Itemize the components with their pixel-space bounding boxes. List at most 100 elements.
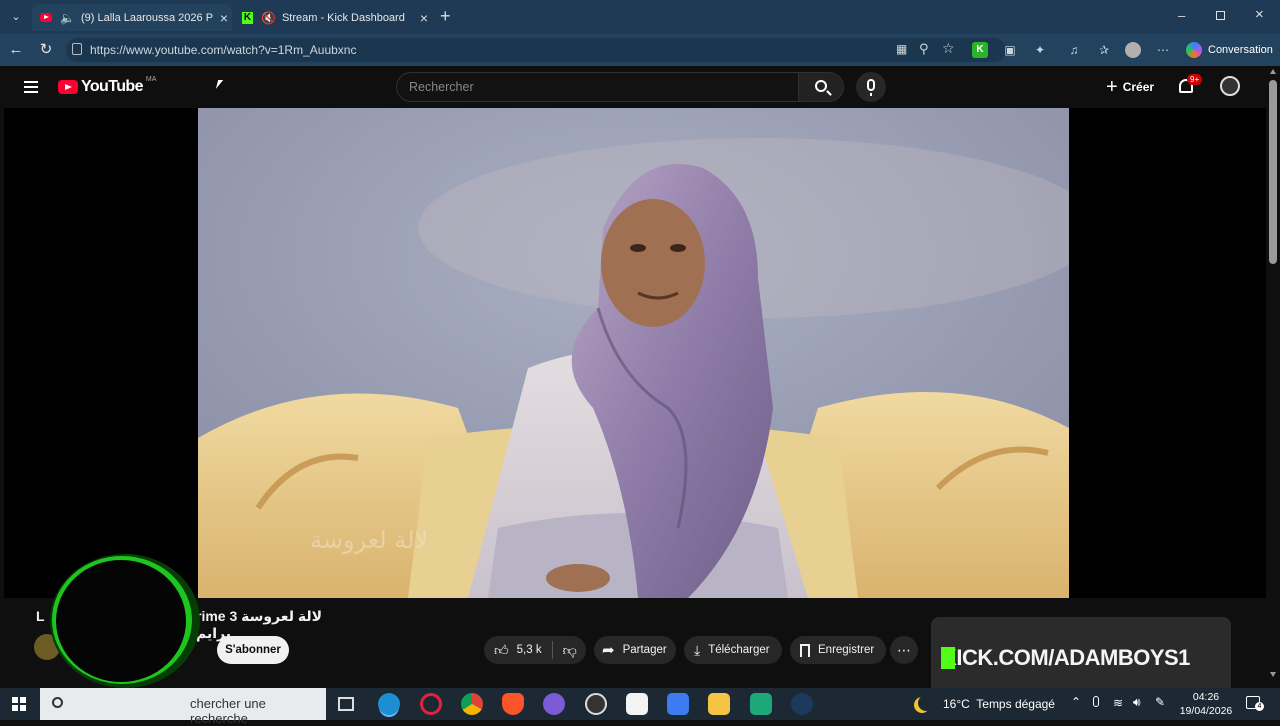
- kick-promo-banner[interactable]: KICK.COM/ADAMBOYS1: [931, 617, 1231, 688]
- taskbar-search-icon: [52, 697, 63, 708]
- wifi-icon[interactable]: ≋: [1113, 696, 1123, 710]
- site-info-icon[interactable]: [72, 43, 82, 55]
- video-title-start: L: [36, 608, 45, 624]
- app-available-icon[interactable]: ▦: [896, 42, 907, 56]
- more-menu-icon[interactable]: ⋯: [1155, 42, 1171, 58]
- app-icon[interactable]: [667, 693, 689, 715]
- tray-chevron-icon[interactable]: ⌃: [1071, 695, 1081, 709]
- tab-kick[interactable]: K 🔇 Stream - Kick Dashboard ×: [234, 4, 432, 31]
- restore-icon[interactable]: [1216, 8, 1225, 23]
- mouse-cursor-icon: [215, 80, 224, 89]
- youtube-logo[interactable]: YouTube MA: [58, 75, 157, 96]
- clock-time: 04:26: [1192, 691, 1220, 703]
- chrome-icon[interactable]: [461, 693, 483, 715]
- download-label: Télécharger: [708, 644, 770, 656]
- bookmark-icon: [800, 643, 810, 657]
- thumbs-up-icon: 👍︎: [494, 641, 509, 658]
- volume-icon[interactable]: 🔊︎: [1133, 695, 1141, 710]
- discord-icon[interactable]: [750, 693, 772, 715]
- refresh-icon[interactable]: ↻: [36, 40, 56, 60]
- search-button[interactable]: [798, 72, 844, 102]
- extensions-puzzle-icon[interactable]: ✦: [1032, 42, 1048, 58]
- browser-tab-strip: ⌄ 🔈 (9) Lalla Laaroussa 2026 Prime × K 🔇…: [0, 0, 1280, 34]
- file-explorer-icon[interactable]: [708, 693, 730, 715]
- search-input[interactable]: Rechercher: [396, 72, 798, 102]
- start-windows-icon[interactable]: [12, 697, 26, 711]
- favorite-star-icon[interactable]: ☆: [942, 40, 955, 57]
- edge-browser-icon[interactable]: [378, 693, 400, 715]
- favorites-icon[interactable]: ✰: [1096, 42, 1112, 58]
- like-dislike-group: 👍︎ 5,3 k 👎︎: [484, 636, 586, 664]
- steam-icon[interactable]: [791, 693, 813, 715]
- subscribe-button[interactable]: S'abonner: [217, 636, 289, 664]
- like-count: 5,3 k: [516, 644, 542, 656]
- copilot-label: Conversation: [1208, 44, 1273, 56]
- voice-search-button[interactable]: [856, 72, 886, 102]
- address-bar[interactable]: https://www.youtube.com/watch?v=1Rm_Auub…: [66, 38, 1006, 62]
- profile-avatar-icon[interactable]: [1125, 42, 1141, 58]
- weather-moon-icon[interactable]: [918, 695, 934, 711]
- video-frame[interactable]: لالة لعروسة: [198, 108, 1069, 598]
- notification-center-count: 4: [1255, 702, 1264, 711]
- zoom-icon[interactable]: ⚲: [919, 41, 929, 57]
- url-text: https://www.youtube.com/watch?v=1Rm_Auub…: [90, 43, 357, 57]
- video-info-section: L rime 3 لالة لعروسة برايم S'abonner 👍︎ …: [4, 554, 1266, 688]
- search-icon: [815, 80, 827, 92]
- create-button[interactable]: + Créer: [1106, 72, 1154, 102]
- tab-actions-chevron-icon[interactable]: ⌄: [6, 8, 26, 26]
- country-code: MA: [145, 75, 157, 83]
- speaker-icon[interactable]: 🔈: [60, 11, 75, 25]
- kick-promo-text: KICK.COM/ADAMBOYS1: [941, 645, 1190, 670]
- windows-taskbar: chercher une recherche 16°C Temps dégagé…: [0, 688, 1280, 726]
- media-control-icon[interactable]: ♫: [1066, 42, 1082, 58]
- share-button[interactable]: ➦ Partager: [594, 636, 676, 664]
- close-window-icon[interactable]: ×: [1255, 6, 1264, 23]
- copilot-icon: [1186, 42, 1202, 58]
- clock[interactable]: 04:26 19/04/2026: [1176, 690, 1236, 718]
- screenshot-extension-icon[interactable]: ▣: [1002, 42, 1018, 58]
- search-placeholder: Rechercher: [409, 80, 474, 94]
- kick-extension-icon[interactable]: K: [972, 42, 988, 58]
- microphone-tray-icon[interactable]: [1093, 696, 1099, 707]
- notification-center-icon[interactable]: 4: [1246, 696, 1264, 711]
- subscribe-label: S'abonner: [225, 644, 281, 656]
- share-arrow-icon: ➦: [602, 642, 615, 659]
- save-button[interactable]: Enregistrer: [790, 636, 886, 664]
- task-view-icon[interactable]: [338, 697, 354, 711]
- muted-speaker-icon[interactable]: 🔇: [261, 11, 276, 25]
- page-scrollbar[interactable]: [1266, 66, 1280, 688]
- obs-icon[interactable]: [585, 693, 607, 715]
- opera-gx-icon[interactable]: [420, 693, 442, 715]
- tab-youtube[interactable]: 🔈 (9) Lalla Laaroussa 2026 Prime ×: [32, 4, 232, 31]
- more-actions-button[interactable]: ⋯: [890, 636, 918, 664]
- scroll-down-arrow-icon[interactable]: [1270, 672, 1276, 677]
- discord-app-icon[interactable]: [543, 693, 565, 715]
- minimize-icon[interactable]: –: [1178, 8, 1185, 23]
- close-tab-icon[interactable]: ×: [220, 10, 228, 26]
- download-button[interactable]: ⤓ Télécharger: [684, 636, 782, 664]
- hamburger-menu-icon[interactable]: [24, 81, 38, 93]
- close-tab-icon[interactable]: ×: [420, 10, 428, 26]
- like-button[interactable]: 👍︎ 5,3 k: [484, 642, 542, 659]
- webcam-overlay: [50, 554, 200, 688]
- brave-icon[interactable]: [502, 693, 524, 715]
- taskbar-search-box[interactable]: chercher une recherche: [40, 688, 326, 726]
- back-arrow-icon[interactable]: ←: [6, 40, 26, 60]
- pen-icon[interactable]: ✎: [1155, 695, 1165, 709]
- microsoft-store-icon[interactable]: [626, 693, 648, 715]
- copilot-conversation-button[interactable]: Conversation: [1182, 38, 1274, 62]
- microphone-icon: [867, 79, 875, 91]
- weather-text[interactable]: 16°C Temps dégagé: [943, 697, 1055, 711]
- kick-favicon-icon: K: [242, 11, 253, 24]
- tab-title: (9) Lalla Laaroussa 2026 Prime: [80, 11, 213, 24]
- scroll-up-arrow-icon[interactable]: [1270, 69, 1276, 74]
- account-avatar[interactable]: [1220, 76, 1240, 96]
- notifications-bell-icon[interactable]: 9+: [1179, 74, 1203, 93]
- new-tab-icon[interactable]: +: [440, 6, 451, 27]
- scroll-thumb[interactable]: [1269, 80, 1277, 264]
- more-dots-icon: ⋯: [897, 642, 911, 658]
- video-player[interactable]: لالة لعروسة: [4, 108, 1266, 598]
- video-content: لالة لعروسة: [198, 108, 1069, 598]
- thumbs-down-icon[interactable]: 👎︎: [563, 642, 577, 659]
- save-label: Enregistrer: [818, 644, 875, 656]
